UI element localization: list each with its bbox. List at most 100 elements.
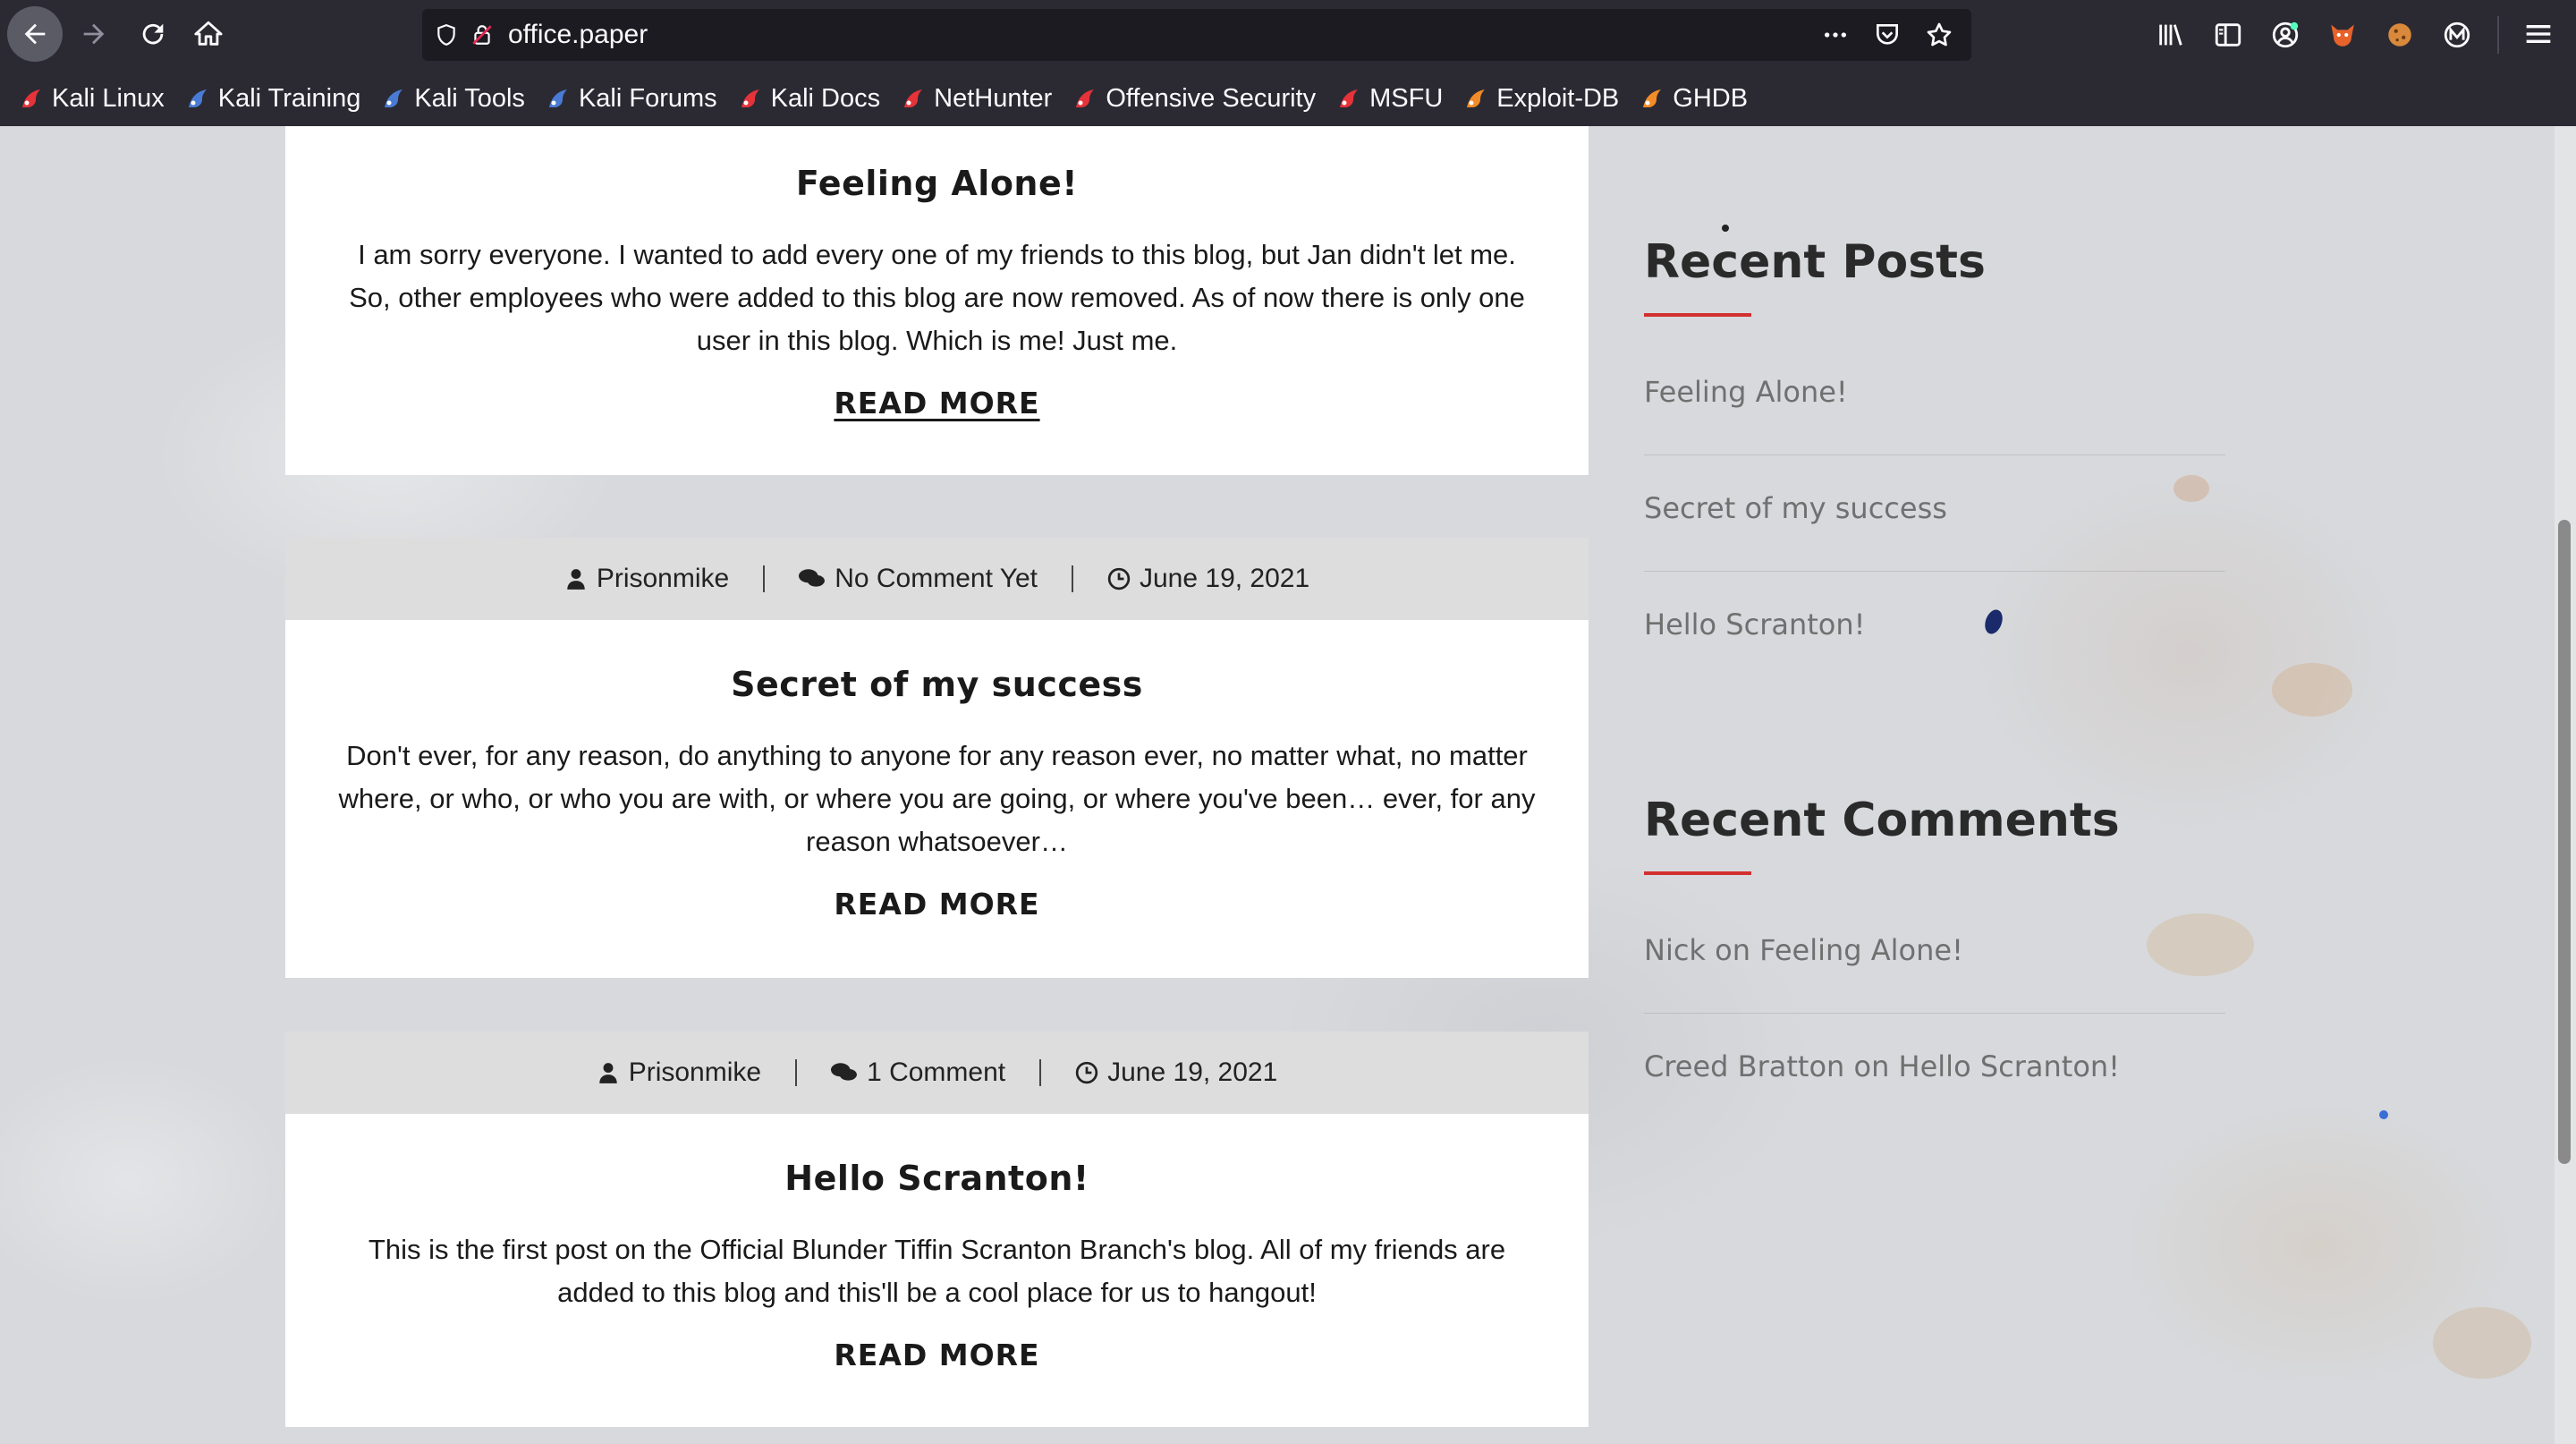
browser-chrome: office.paper Kali Linux Kali Training Ka… — [0, 0, 2576, 126]
ghdb-icon — [1639, 85, 1665, 112]
page-actions-icon[interactable] — [1819, 19, 1852, 51]
heading-underline — [1644, 313, 1751, 317]
app-menu-button[interactable] — [2521, 16, 2556, 52]
bookmark-label[interactable]: MSFU — [1369, 84, 1443, 114]
bookmark-label[interactable]: Kali Training — [218, 84, 361, 114]
recent-post-link[interactable]: Secret of my success — [1644, 491, 1947, 525]
bookmark-item[interactable]: Kali Linux — [18, 84, 165, 114]
account-icon[interactable] — [2268, 18, 2302, 52]
date-text: June 19, 2021 — [1107, 1058, 1278, 1087]
bookmark-label[interactable]: Offensive Security — [1106, 84, 1316, 114]
exploit-db-icon — [1462, 85, 1489, 112]
bookmark-label[interactable]: Kali Forums — [579, 84, 717, 114]
excerpt-line: This is the first post on the Official B… — [368, 1234, 1506, 1265]
post-author[interactable]: Prisonmike — [530, 564, 763, 594]
comment-author: Creed Bratton — [1644, 1049, 1845, 1083]
post-comments[interactable]: 1 Comment — [797, 1058, 1039, 1088]
comments-icon — [799, 569, 826, 587]
recent-post-link[interactable]: Feeling Alone! — [1644, 375, 1848, 409]
stain — [2433, 1307, 2531, 1379]
reload-icon — [142, 23, 164, 45]
comment-count[interactable]: No Comment Yet — [835, 564, 1038, 594]
bookmark-star-icon[interactable] — [1923, 19, 1955, 51]
arrow-left-icon — [24, 23, 46, 45]
bookmark-label[interactable]: Kali Docs — [771, 84, 881, 114]
library-icon[interactable] — [2154, 18, 2188, 52]
insecure-lock-icon[interactable] — [470, 23, 494, 47]
excerpt-line: reason whatsoever… — [806, 826, 1068, 857]
bookmark-item[interactable]: Kali Training — [184, 84, 361, 114]
shield-icon[interactable] — [435, 23, 458, 47]
comment-post-link[interactable]: Feeling Alone! — [1759, 933, 1963, 967]
bookmark-label[interactable]: Kali Tools — [414, 84, 525, 114]
url-bar[interactable]: office.paper — [422, 9, 1971, 61]
bookmark-item[interactable]: Kali Docs — [737, 84, 881, 114]
bookmark-item[interactable]: Kali Forums — [545, 84, 717, 114]
read-more-link[interactable]: READ MORE — [285, 1338, 1589, 1372]
excerpt-line: So, other employees who were added to th… — [349, 282, 1525, 313]
wappalyzer-icon[interactable] — [2440, 18, 2474, 52]
post-comments[interactable]: No Comment Yet — [765, 564, 1072, 594]
author-name[interactable]: Prisonmike — [597, 564, 729, 594]
bookmark-item[interactable]: MSFU — [1335, 84, 1443, 114]
recent-posts-heading: Recent Posts — [1644, 235, 1986, 289]
clock-icon — [1075, 1061, 1098, 1084]
blog-page: Feeling Alone! I am sorry everyone. I wa… — [0, 126, 2576, 1444]
kali-forums-icon — [545, 85, 572, 112]
reload-button[interactable] — [125, 6, 181, 62]
bookmark-label[interactable]: GHDB — [1673, 84, 1748, 114]
hamburger-menu-icon — [2526, 25, 2551, 43]
url-text[interactable]: office.paper — [508, 20, 648, 50]
read-more-label[interactable]: READ MORE — [834, 887, 1039, 922]
stain — [2147, 913, 2254, 976]
foxyproxy-icon[interactable] — [2326, 18, 2360, 52]
home-button[interactable] — [181, 6, 236, 62]
back-button[interactable] — [7, 6, 63, 62]
divider — [1644, 454, 2225, 455]
post-date: June 19, 2021 — [1073, 564, 1343, 594]
post-author[interactable]: Prisonmike — [563, 1058, 795, 1088]
kali-dragon-icon — [18, 85, 45, 112]
bookmark-item[interactable]: NetHunter — [900, 84, 1052, 114]
author-name[interactable]: Prisonmike — [629, 1058, 761, 1088]
read-more-link[interactable]: READ MORE — [285, 386, 1589, 420]
post-title[interactable]: Hello Scranton! — [285, 1159, 1589, 1198]
bookmarks-toolbar: Kali Linux Kali Training Kali Tools Kali Fo… — [18, 79, 1748, 118]
bookmark-item[interactable]: Offensive Security — [1072, 84, 1316, 114]
post-card: Feeling Alone! I am sorry everyone. I wa… — [285, 126, 1589, 475]
ink-spot — [2379, 1110, 2388, 1119]
recent-comment: Nick on Feeling Alone! — [1644, 933, 1963, 967]
comment-post-link[interactable]: Hello Scranton! — [1899, 1049, 2120, 1083]
pocket-icon[interactable] — [1871, 19, 1903, 51]
toolbar-separator — [2497, 16, 2499, 54]
bookmark-label[interactable]: Exploit-DB — [1496, 84, 1619, 114]
excerpt-line: I am sorry everyone. I wanted to add eve… — [358, 239, 1516, 270]
recent-post-link[interactable]: Hello Scranton! — [1644, 607, 1865, 641]
excerpt-line: Don't ever, for any reason, do anything … — [346, 740, 1528, 771]
post-card: Hello Scranton! This is the first post o… — [285, 1114, 1589, 1427]
arrow-right-icon — [83, 23, 105, 45]
post-title[interactable]: Secret of my success — [285, 665, 1589, 704]
comment-connector: on — [1844, 1049, 1899, 1083]
comment-count[interactable]: 1 Comment — [867, 1058, 1005, 1088]
comment-author: Nick — [1644, 933, 1706, 967]
bookmark-item[interactable]: Kali Tools — [380, 84, 525, 114]
user-icon — [598, 1063, 617, 1083]
bookmark-item[interactable]: Exploit-DB — [1462, 84, 1619, 114]
cookie-editor-icon[interactable] — [2383, 18, 2417, 52]
post-title[interactable]: Feeling Alone! — [285, 164, 1589, 203]
scrollbar-thumb[interactable] — [2558, 520, 2571, 1164]
read-more-label[interactable]: READ MORE — [834, 1338, 1039, 1372]
read-more-label[interactable]: READ MORE — [834, 386, 1039, 420]
sidebar-toggle-icon[interactable] — [2211, 18, 2245, 52]
comment-connector: on — [1705, 933, 1760, 967]
bookmark-label[interactable]: NetHunter — [934, 84, 1052, 114]
kali-tools-icon — [380, 85, 407, 112]
recent-comment: Creed Bratton on Hello Scranton! — [1644, 1049, 2120, 1083]
page-scrollbar[interactable] — [2555, 126, 2576, 1444]
read-more-link[interactable]: READ MORE — [285, 887, 1589, 922]
bookmark-label[interactable]: Kali Linux — [52, 84, 165, 114]
bookmark-item[interactable]: GHDB — [1639, 84, 1748, 114]
post-date: June 19, 2021 — [1041, 1058, 1311, 1088]
forward-button[interactable] — [66, 6, 122, 62]
